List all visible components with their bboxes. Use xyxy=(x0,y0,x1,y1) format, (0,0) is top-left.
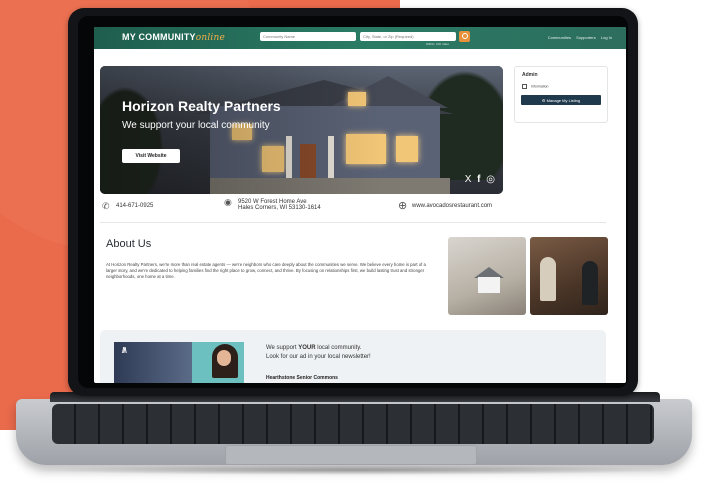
promo-line-2: Look for our ad in your local newsletter… xyxy=(266,354,371,360)
business-tagline: We support your local community xyxy=(122,120,270,131)
facebook-icon[interactable]: f xyxy=(477,174,480,185)
promo-line-1-post: local community. xyxy=(315,345,362,351)
promo-line-1-pre: We support xyxy=(266,345,299,351)
phone-number: 414-671-0925 xyxy=(116,203,154,209)
community-name-input[interactable] xyxy=(260,32,356,41)
promo-business-name: Hearthstone Senior Commons xyxy=(266,375,338,381)
social-links: X f ◎ xyxy=(462,174,495,185)
nav-link-login[interactable]: Log In xyxy=(601,35,612,40)
laptop-shadow xyxy=(30,465,680,475)
promo-logo-icon: //\ xyxy=(122,346,127,355)
search-button[interactable] xyxy=(459,31,470,42)
model-house xyxy=(478,277,500,293)
phone-icon: ✆ xyxy=(102,201,110,211)
divider xyxy=(100,222,606,223)
hero-banner: Horizon Realty Partners We support your … xyxy=(100,66,503,194)
logo-sub-text: online xyxy=(195,33,226,43)
business-title: Horizon Realty Partners xyxy=(122,98,281,114)
photo-key-handover xyxy=(530,237,608,315)
information-label: Information xyxy=(531,84,549,89)
laptop-keyboard xyxy=(52,404,654,444)
about-text: At Horizon Realty Partners, we're more t… xyxy=(106,262,426,279)
manage-listing-button[interactable]: ⚙ Manage My Listing xyxy=(521,95,601,105)
photo-person xyxy=(540,257,556,301)
nav-link-supporters[interactable]: Supporters xyxy=(576,35,596,40)
manage-listing-label: Manage My Listing xyxy=(546,97,581,103)
globe-icon: ⊕ xyxy=(398,200,408,212)
promo-line-1-strong: YOUR xyxy=(298,345,316,351)
visit-website-button[interactable]: Visit Website xyxy=(122,149,180,163)
information-link[interactable]: Information xyxy=(522,84,549,89)
within-distance-select[interactable]: Within: 100 miles xyxy=(426,42,449,46)
promo-section: //\ We support YOUR local community. Loo… xyxy=(100,330,606,383)
info-icon xyxy=(522,84,527,89)
about-heading: About Us xyxy=(106,238,152,250)
website-contact[interactable]: ⊕ www.avocadosrestaurant.com xyxy=(398,200,493,212)
address-contact[interactable]: ◉ 9520 W Forest Home Ave Hales Corners, … xyxy=(224,198,321,212)
phone-contact[interactable]: ✆ 414-671-0925 xyxy=(102,201,154,211)
photo-person xyxy=(582,261,598,305)
promo-line-1: We support YOUR local community. xyxy=(266,345,362,351)
address-line-2: Hales Corners, WI 53130-1614 xyxy=(238,205,321,211)
admin-panel: Admin Information ⚙ Manage My Listing xyxy=(514,66,608,123)
website-url: www.avocadosrestaurant.com xyxy=(412,203,493,209)
instagram-icon[interactable]: ◎ xyxy=(486,174,495,185)
site-logo[interactable]: MY COMMUNITYonline xyxy=(122,32,225,43)
location-input[interactable] xyxy=(360,32,456,41)
promo-person-face xyxy=(217,350,231,366)
photo-house-keys xyxy=(448,237,526,315)
admin-heading: Admin xyxy=(522,72,538,78)
top-navbar: MY COMMUNITYonline Within: 100 miles Com… xyxy=(94,27,626,49)
laptop-screen: MY COMMUNITYonline Within: 100 miles Com… xyxy=(94,27,626,383)
laptop-trackpad xyxy=(225,445,477,465)
logo-main-text: MY COMMUNITY xyxy=(122,32,196,42)
nav-links: Communities Supporters Log In xyxy=(544,35,612,40)
nav-link-communities[interactable]: Communities xyxy=(548,35,571,40)
location-pin-icon: ◉ xyxy=(224,197,232,207)
x-icon[interactable]: X xyxy=(465,174,472,185)
